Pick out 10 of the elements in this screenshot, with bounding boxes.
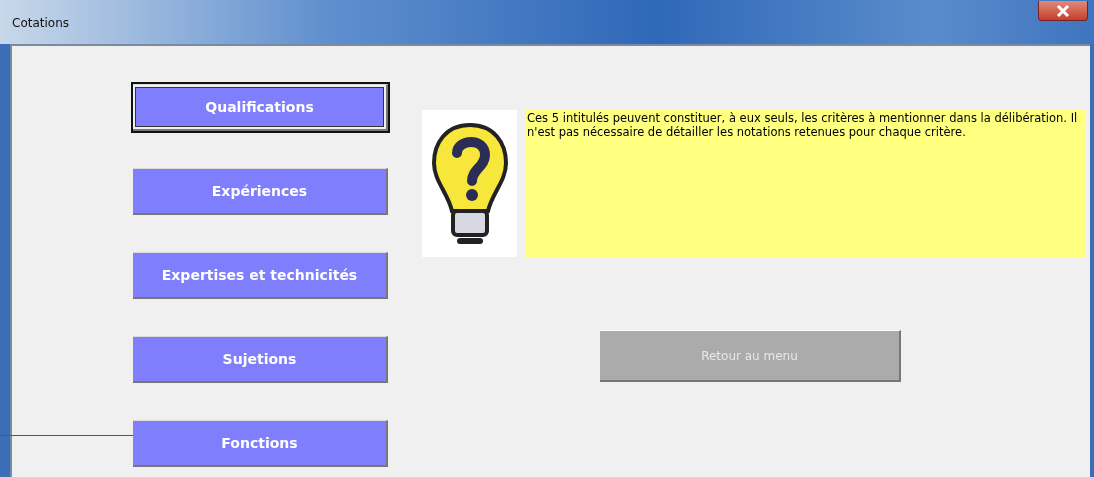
category-button[interactable]: Sujetions (133, 336, 388, 383)
close-button[interactable] (1038, 1, 1088, 21)
category-button[interactable]: Fonctions (133, 420, 388, 467)
category-button[interactable]: Expériences (133, 168, 388, 215)
info-text: Ces 5 intitulés peuvent constituer, à eux seuls, les critères à mentionner dans la délibération. Il n'est pas nécessaire de détailler les notations retenues pour chaque critère. (525, 110, 1085, 257)
lightbulb-question-icon (422, 110, 517, 257)
category-button[interactable]: Qualifications (133, 84, 388, 131)
close-icon (1056, 4, 1070, 17)
category-button[interactable]: Expertises et technicités (133, 252, 388, 299)
window-title: Cotations (11, 15, 70, 30)
